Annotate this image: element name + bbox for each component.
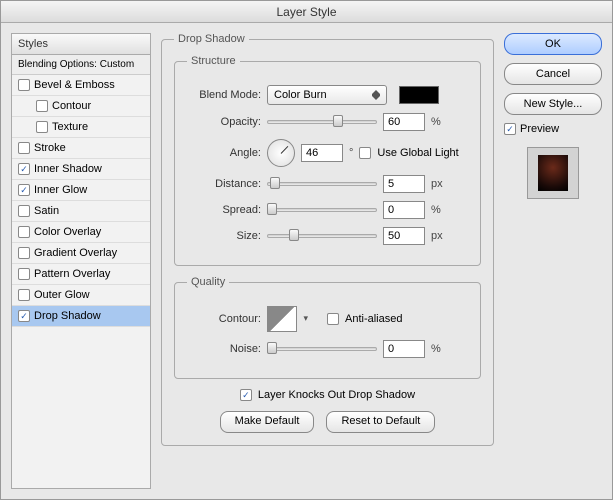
- sidebar-item-label: Bevel & Emboss: [34, 79, 115, 91]
- anti-aliased-label: Anti-aliased: [345, 313, 402, 325]
- size-slider[interactable]: [267, 228, 377, 244]
- sidebar-item-checkbox[interactable]: ✓: [18, 184, 30, 196]
- sidebar-item-pattern-overlay[interactable]: Pattern Overlay: [12, 264, 150, 285]
- sidebar-item-label: Contour: [52, 100, 91, 112]
- size-input[interactable]: [383, 227, 425, 245]
- sidebar-item-outer-glow[interactable]: Outer Glow: [12, 285, 150, 306]
- dialog-title: Layer Style: [1, 1, 612, 23]
- sidebar-item-inner-glow[interactable]: ✓ Inner Glow: [12, 180, 150, 201]
- spread-slider[interactable]: [267, 202, 377, 218]
- distance-unit: px: [431, 178, 443, 190]
- noise-slider[interactable]: [267, 341, 377, 357]
- preview-thumbnail: [527, 147, 579, 199]
- sidebar-item-checkbox[interactable]: [18, 268, 30, 280]
- sidebar-item-checkbox[interactable]: ✓: [18, 310, 30, 322]
- dialog-content: Styles Blending Options: Custom Bevel & …: [1, 23, 612, 499]
- preview-checkbox[interactable]: ✓: [504, 123, 516, 135]
- anti-aliased-checkbox[interactable]: [327, 313, 339, 325]
- sidebar-item-label: Satin: [34, 205, 59, 217]
- sidebar-item-checkbox[interactable]: [18, 226, 30, 238]
- noise-label: Noise:: [187, 343, 261, 355]
- structure-group: Structure Blend Mode: Color Burn Opacity…: [174, 55, 481, 266]
- sidebar-item-label: Gradient Overlay: [34, 247, 117, 259]
- sidebar-header[interactable]: Styles: [12, 34, 150, 55]
- sidebar-item-label: Outer Glow: [34, 289, 90, 301]
- knocks-out-label: Layer Knocks Out Drop Shadow: [258, 389, 415, 401]
- global-light-label: Use Global Light: [377, 147, 458, 159]
- sidebar-item-satin[interactable]: Satin: [12, 201, 150, 222]
- angle-input[interactable]: [301, 144, 343, 162]
- sidebar-item-checkbox[interactable]: [18, 205, 30, 217]
- sidebar-item-stroke[interactable]: Stroke: [12, 138, 150, 159]
- sidebar-item-label: Texture: [52, 121, 88, 133]
- sidebar-item-checkbox[interactable]: [18, 142, 30, 154]
- sidebar-item-inner-shadow[interactable]: ✓ Inner Shadow: [12, 159, 150, 180]
- sidebar-item-label: Stroke: [34, 142, 66, 154]
- sidebar-item-label: Inner Shadow: [34, 163, 102, 175]
- sidebar-item-gradient-overlay[interactable]: Gradient Overlay: [12, 243, 150, 264]
- sidebar-item-label: Color Overlay: [34, 226, 101, 238]
- structure-legend: Structure: [187, 55, 240, 67]
- sidebar-item-drop-shadow[interactable]: ✓ Drop Shadow: [12, 306, 150, 327]
- ok-button[interactable]: OK: [504, 33, 602, 55]
- sidebar-item-checkbox[interactable]: [36, 100, 48, 112]
- quality-group: Quality Contour: Anti-aliased Noise: %: [174, 276, 481, 379]
- blend-mode-select[interactable]: Color Burn: [267, 85, 387, 105]
- size-unit: px: [431, 230, 443, 242]
- sidebar-item-contour[interactable]: Contour: [12, 96, 150, 117]
- distance-label: Distance:: [187, 178, 261, 190]
- cancel-button[interactable]: Cancel: [504, 63, 602, 85]
- distance-slider[interactable]: [267, 176, 377, 192]
- noise-unit: %: [431, 343, 441, 355]
- effect-panel: Drop Shadow Structure Blend Mode: Color …: [161, 33, 494, 489]
- styles-sidebar: Styles Blending Options: Custom Bevel & …: [11, 33, 151, 489]
- sidebar-item-checkbox[interactable]: ✓: [18, 163, 30, 175]
- layer-style-dialog: Layer Style Styles Blending Options: Cus…: [0, 0, 613, 500]
- preview-label: Preview: [520, 123, 559, 135]
- contour-picker[interactable]: [267, 306, 297, 332]
- opacity-slider[interactable]: [267, 114, 377, 130]
- sidebar-item-label: Drop Shadow: [34, 310, 101, 322]
- opacity-input[interactable]: [383, 113, 425, 131]
- reset-default-button[interactable]: Reset to Default: [326, 411, 435, 433]
- sidebar-item-texture[interactable]: Texture: [12, 117, 150, 138]
- sidebar-item-bevel-emboss[interactable]: Bevel & Emboss: [12, 75, 150, 96]
- size-label: Size:: [187, 230, 261, 242]
- sidebar-item-checkbox[interactable]: [18, 247, 30, 259]
- make-default-button[interactable]: Make Default: [220, 411, 315, 433]
- shadow-color-swatch[interactable]: [399, 86, 439, 104]
- sidebar-item-label: Inner Glow: [34, 184, 87, 196]
- sidebar-item-color-overlay[interactable]: Color Overlay: [12, 222, 150, 243]
- angle-dial[interactable]: [267, 139, 295, 167]
- knocks-out-checkbox[interactable]: ✓: [240, 389, 252, 401]
- angle-unit: °: [349, 147, 353, 159]
- panel-title: Drop Shadow: [174, 33, 249, 45]
- drop-shadow-group: Drop Shadow Structure Blend Mode: Color …: [161, 33, 494, 446]
- blend-mode-label: Blend Mode:: [187, 89, 261, 101]
- angle-label: Angle:: [187, 147, 261, 159]
- contour-label: Contour:: [187, 313, 261, 325]
- sidebar-item-checkbox[interactable]: [18, 79, 30, 91]
- quality-legend: Quality: [187, 276, 229, 288]
- sidebar-item-checkbox[interactable]: [18, 289, 30, 301]
- new-style-button[interactable]: New Style...: [504, 93, 602, 115]
- spread-input[interactable]: [383, 201, 425, 219]
- sidebar-item-checkbox[interactable]: [36, 121, 48, 133]
- blend-mode-value: Color Burn: [274, 89, 327, 101]
- spread-label: Spread:: [187, 204, 261, 216]
- blending-options-row[interactable]: Blending Options: Custom: [12, 55, 150, 75]
- sidebar-item-label: Pattern Overlay: [34, 268, 110, 280]
- opacity-unit: %: [431, 116, 441, 128]
- spread-unit: %: [431, 204, 441, 216]
- global-light-checkbox[interactable]: [359, 147, 371, 159]
- noise-input[interactable]: [383, 340, 425, 358]
- opacity-label: Opacity:: [187, 116, 261, 128]
- distance-input[interactable]: [383, 175, 425, 193]
- right-buttons: OK Cancel New Style... ✓ Preview: [504, 33, 602, 489]
